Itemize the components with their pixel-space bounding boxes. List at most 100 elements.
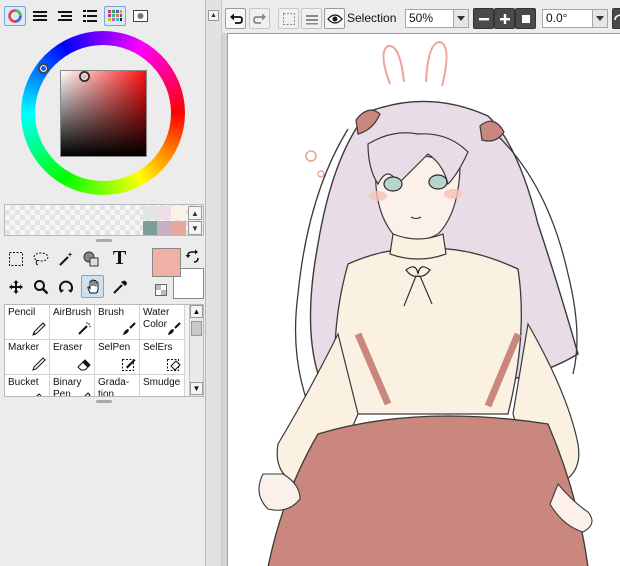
swatch-resize-grip[interactable] [96,239,112,242]
zoom-dropdown[interactable]: 50% [405,9,469,28]
plus-icon [499,13,510,24]
swatch-2[interactable] [157,206,172,220]
brush-label: AirBrush [53,307,92,318]
swatch-grid-icon [108,10,122,21]
collapse-panel-button[interactable]: ▲ [208,10,219,21]
hand-tool[interactable] [81,275,104,298]
lasso-tool[interactable] [29,247,52,270]
panel-separator[interactable]: ▲ [206,0,222,566]
brush-selers[interactable]: SelErs [140,340,185,375]
binary-pen-icon [84,392,91,396]
zoom-out-button[interactable] [473,8,494,29]
invert-selection-button[interactable] [301,8,322,29]
brush-label: Marker [8,342,40,353]
move-icon [8,279,23,294]
rotation-dropdown[interactable]: 0.0° [542,9,608,28]
brush-smudge[interactable]: Smudge [140,375,185,397]
zoom-tool[interactable] [29,275,52,298]
swap-colors-icon[interactable] [185,249,201,265]
primary-color[interactable] [152,248,181,277]
tool-grid: T [4,247,136,299]
move-tool[interactable] [4,275,27,298]
brush-marker[interactable]: Marker [5,340,50,375]
zoom-value: 50% [409,11,434,25]
hue-marker[interactable] [38,63,49,74]
brush-label: SelPen [98,342,131,353]
brush-panel-resize-grip[interactable] [96,400,112,403]
brush-panel-scrollbar[interactable]: ▲ ▼ [189,305,203,396]
zoom-in-button[interactable] [494,8,515,29]
zoom-dropdown-button[interactable] [453,10,468,27]
canvas-area[interactable] [222,33,620,566]
bucket-icon [36,393,42,396]
zoom-reset-button[interactable] [515,8,536,29]
hsv-sliders-icon [58,11,72,21]
selection-eraser-icon [167,359,181,371]
brush-scroll-thumb[interactable] [191,321,202,336]
smudge-icon [166,391,182,397]
hsv-sliders-tab[interactable] [54,6,76,26]
rotate-counterclockwise-button[interactable] [612,8,620,29]
eyedropper-tool[interactable] [108,275,131,298]
brush-gradation[interactable]: Grada-tion [95,375,140,396]
saturation-value-square[interactable] [60,70,147,157]
rect-select-tool[interactable] [4,247,27,270]
rotation-dropdown-button[interactable] [592,10,607,27]
brush-watercolor[interactable]: Water Color [140,305,185,340]
swatch-3[interactable] [171,206,186,220]
invert-selection-icon [305,14,318,24]
undo-button[interactable] [225,8,246,29]
transparent-color-icon[interactable] [155,284,167,296]
drawing-canvas[interactable] [227,33,620,566]
deselect-button[interactable] [278,8,299,29]
brush-binary-pen[interactable]: Binary Pen [50,375,95,396]
brush-selpen[interactable]: SelPen [95,340,140,375]
brush-label: Eraser [53,342,83,353]
watercolor-brush-icon [168,322,181,335]
swatch-1[interactable] [143,206,158,220]
brush-scroll-up[interactable]: ▲ [190,305,203,318]
chevron-up-icon: ▲ [191,208,199,218]
swatch-list-tab[interactable] [79,6,101,26]
lasso-icon [33,252,48,265]
swatch-grid-tab[interactable] [104,6,126,26]
color-wheel-tab[interactable] [4,6,26,26]
brush-label: Pencil [8,307,36,318]
selection-label: Selection [347,11,397,25]
eye-icon [326,13,343,24]
swatch-scroll-down[interactable]: ▼ [188,221,202,235]
brush-pencil[interactable]: Pencil [5,305,50,340]
brush-scroll-down[interactable]: ▼ [190,382,203,395]
color-wheel-icon [8,9,22,23]
swatch-4[interactable] [143,221,158,235]
chevron-up-icon: ▲ [192,307,201,316]
saturation-value-marker[interactable] [79,71,90,82]
brush-bucket[interactable]: Bucket [5,375,50,396]
swatch-5[interactable] [157,221,172,235]
swatch-scroll-up[interactable]: ▲ [188,206,202,220]
redo-button[interactable] [249,8,270,29]
shapes-tool[interactable] [79,247,102,270]
brush-label: Smudge [143,377,181,388]
chevron-up-icon: ▲ [210,12,217,19]
eraser-icon [77,359,91,371]
text-tool[interactable]: T [108,247,131,270]
brush-eraser[interactable]: Eraser [50,340,95,375]
brush-label: SelErs [143,342,173,353]
rgb-sliders-tab[interactable] [29,6,51,26]
rotate-ccw-icon [614,13,620,20]
zoom-icon [33,279,48,294]
pencil-icon [32,322,46,336]
swatch-6[interactable] [171,221,186,235]
top-toolbar: Selection 50% 0.0° [222,0,620,33]
magic-wand-tool[interactable] [54,247,77,270]
hand-icon [86,278,98,293]
color-wheel-picker[interactable] [21,31,185,195]
selection-pen-icon [122,359,136,371]
show-selection-button[interactable] [324,8,345,29]
brush-airbrush[interactable]: AirBrush [50,305,95,340]
rotate-icon [58,280,73,293]
rotate-tool[interactable] [54,275,77,298]
brush-brush[interactable]: Brush [95,305,140,340]
scratchpad-tab[interactable] [129,6,151,26]
